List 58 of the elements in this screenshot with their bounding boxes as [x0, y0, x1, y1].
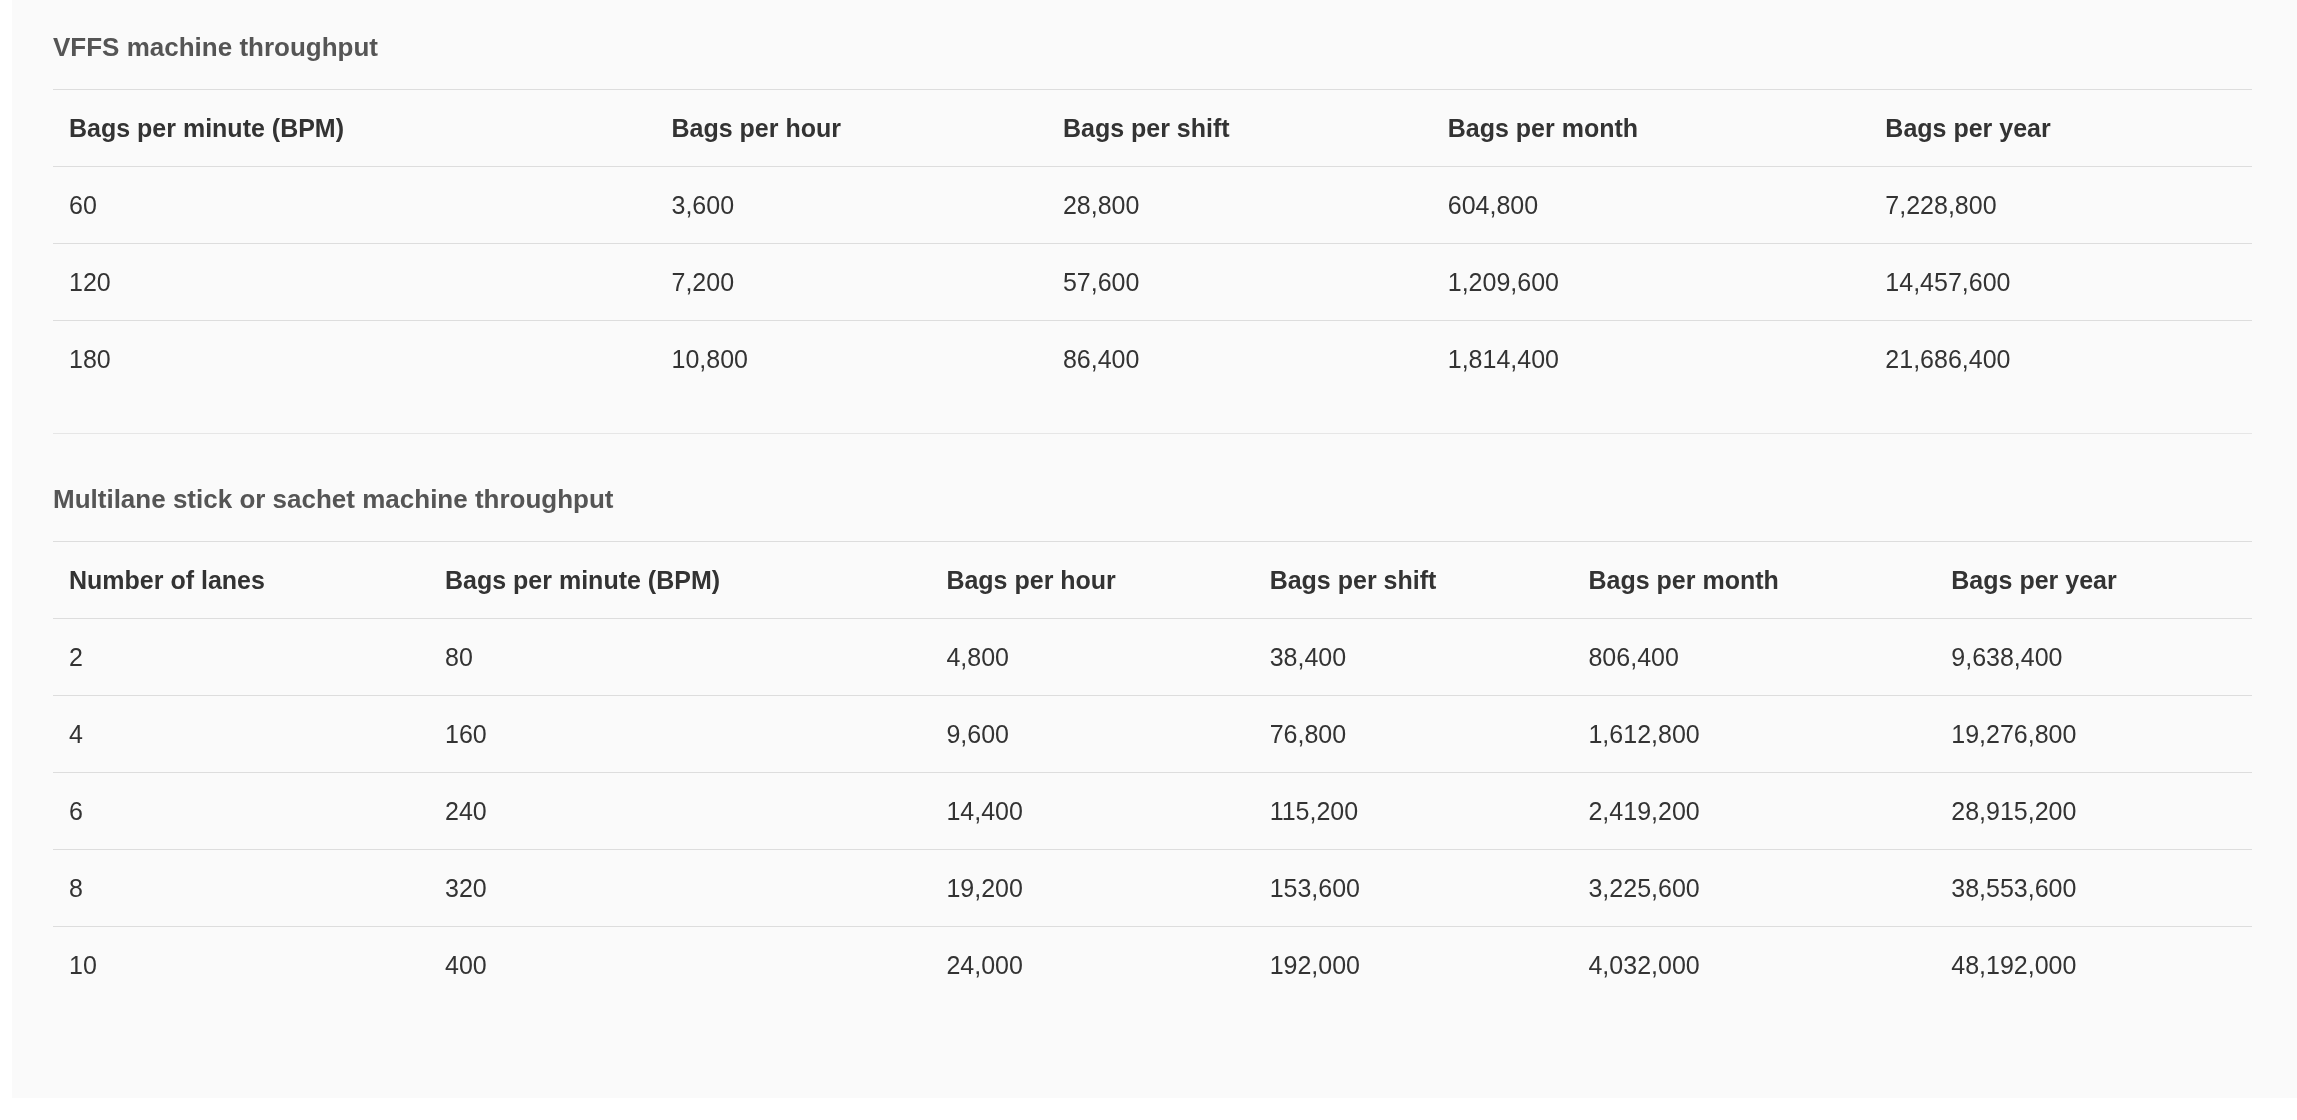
table-cell: 806,400 — [1588, 642, 1679, 671]
table-cell: 60 — [69, 190, 97, 219]
table-cell: 4,032,000 — [1588, 950, 1700, 979]
table-cell: 3,600 — [671, 190, 735, 219]
table-cell: 80 — [445, 642, 473, 671]
column-header: Bags per minute (BPM) — [69, 113, 345, 142]
table-cell: 8 — [69, 873, 83, 902]
column-header: Bags per month — [1588, 565, 1779, 594]
table-cell: 48,192,000 — [1951, 950, 2077, 979]
table-cell: 38,553,600 — [1951, 873, 2077, 902]
table-cell: 21,686,400 — [1885, 344, 2011, 373]
table-cell: 1,814,400 — [1447, 344, 1559, 373]
table-cell: 2 — [69, 642, 83, 671]
table-cell: 14,400 — [946, 796, 1023, 825]
table-cell: 180 — [69, 344, 111, 373]
table-cell: 1,209,600 — [1447, 267, 1559, 296]
column-header: Bags per minute (BPM) — [445, 565, 721, 594]
column-header: Bags per hour — [946, 565, 1116, 594]
table-cell: 4 — [69, 719, 83, 748]
table-cell: 4,800 — [946, 642, 1009, 671]
table-cell: 400 — [445, 950, 487, 979]
column-header: Bags per hour — [671, 113, 841, 142]
column-header: Bags per shift — [1062, 113, 1230, 142]
table-cell: 28,915,200 — [1951, 796, 2077, 825]
table-cell: 120 — [69, 267, 111, 296]
table-cell: 2,419,200 — [1588, 796, 1700, 825]
table-cell: 7,200 — [671, 267, 735, 296]
table-cell: 115,200 — [1269, 796, 1359, 825]
table-cell: 28,800 — [1062, 190, 1140, 219]
column-header: Number of lanes — [69, 565, 265, 594]
column-header: Bags per month — [1447, 113, 1639, 142]
table-cell: 76,800 — [1269, 719, 1347, 748]
table-cell: 1,612,800 — [1588, 719, 1700, 748]
column-header: Bags per year — [1951, 565, 2117, 594]
section-title: VFFS machine throughput — [53, 32, 379, 63]
table-cell: 38,400 — [1269, 642, 1347, 671]
table-cell: 3,225,600 — [1588, 873, 1700, 902]
table-cell: 9,638,400 — [1951, 642, 2063, 671]
table-cell: 240 — [445, 796, 487, 825]
table-cell: 192,000 — [1269, 950, 1360, 979]
table-cell: 320 — [445, 873, 487, 902]
table-cell: 86,400 — [1062, 344, 1140, 373]
table-cell: 19,200 — [946, 873, 1023, 902]
table-cell: 57,600 — [1062, 267, 1140, 296]
table-cell: 19,276,800 — [1951, 719, 2077, 748]
table-cell: 160 — [445, 719, 487, 748]
table-cell: 10,800 — [671, 344, 748, 373]
column-header: Bags per year — [1885, 113, 2051, 142]
column-header: Bags per shift — [1269, 565, 1437, 594]
table-cell: 7,228,800 — [1885, 190, 1997, 219]
table-cell: 6 — [69, 796, 83, 825]
table-cell: 10 — [69, 950, 97, 979]
table-cell: 153,600 — [1269, 873, 1360, 902]
table-cell: 24,000 — [946, 950, 1023, 979]
table-cell: 14,457,600 — [1885, 267, 2011, 296]
table-cell: 9,600 — [946, 719, 1009, 748]
table-cell: 604,800 — [1447, 190, 1539, 219]
section-title: Multilane stick or sachet machine throughput — [53, 484, 615, 515]
